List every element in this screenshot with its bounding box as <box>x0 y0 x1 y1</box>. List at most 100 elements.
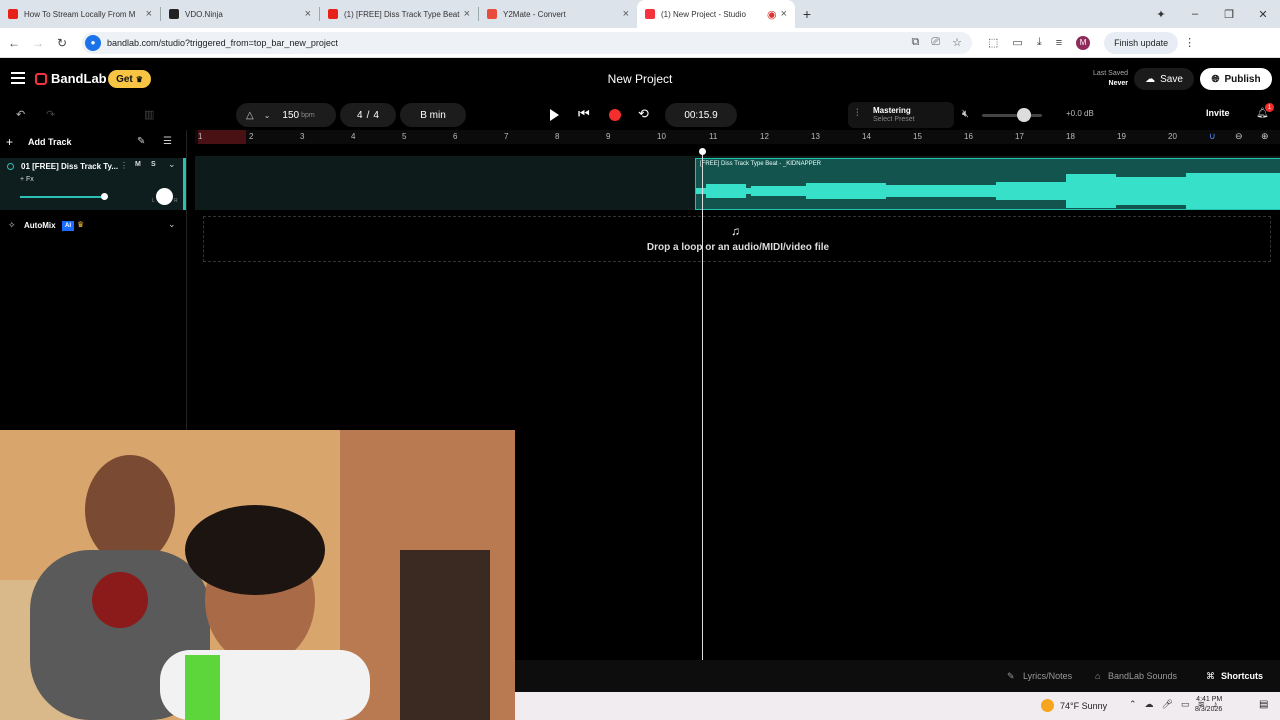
publish-button[interactable]: 🌐︎ Publish <box>1200 68 1272 90</box>
translate-icon[interactable]: ⧉ <box>911 36 919 49</box>
pencil-icon: ✎ <box>1007 671 1015 681</box>
browser-tab[interactable]: (1) [FREE] Diss Track Type Beat × <box>320 0 478 28</box>
playhead-handle[interactable] <box>699 148 706 155</box>
save-button[interactable]: ☁ Save <box>1134 68 1194 90</box>
automix-row[interactable]: ✧ AutoMix AI ♛ ⌄ <box>0 216 186 236</box>
piano-keyboard-icon[interactable]: ▥ <box>144 108 154 121</box>
site-info-icon[interactable]: ● <box>85 34 101 51</box>
timeline-ruler[interactable]: 1 2 3 4 5 6 7 8 9 10 11 12 13 14 15 16 1… <box>195 130 1280 144</box>
time-signature[interactable]: 4 / 4 <box>340 103 396 127</box>
browser-tab[interactable]: Y2Mate - Convert × <box>479 0 637 28</box>
bookmark-star-icon[interactable]: ☆ <box>952 36 962 49</box>
download-icon[interactable]: ⤓ <box>1037 36 1042 49</box>
invite-button[interactable]: Invite <box>1206 108 1230 118</box>
project-title[interactable]: New Project <box>540 72 740 86</box>
master-volume-track[interactable] <box>982 114 1042 117</box>
add-fx-button[interactable]: + Fx <box>20 176 34 183</box>
get-membership-button[interactable]: Get ♛ <box>108 70 151 88</box>
close-tab-icon[interactable]: × <box>146 8 152 20</box>
track-settings-icon[interactable]: ☰ <box>163 136 172 147</box>
track-header-1[interactable]: 01 [FREE] Diss Track Ty... ⋮ M S ⌄ + Fx … <box>0 158 186 210</box>
drop-zone[interactable]: ♫ Drop a loop or an audio/MIDI/video fil… <box>203 216 1271 262</box>
back-icon[interactable]: ← <box>2 36 26 50</box>
tab-title: (1) [FREE] Diss Track Type Beat <box>344 9 460 19</box>
close-tab-icon[interactable]: × <box>305 8 311 20</box>
metronome-icon[interactable]: △ <box>246 110 254 121</box>
close-window-icon[interactable]: ✕ <box>1246 8 1280 21</box>
system-clock[interactable]: 4:41 PM 8/3/2026 <box>1195 695 1222 715</box>
loop-icon[interactable]: ⟲ <box>638 106 649 122</box>
tools-icon[interactable]: ✎ <box>137 136 145 147</box>
gemini-icon[interactable]: ✦ <box>1144 8 1178 21</box>
shortcuts-button[interactable]: Shortcuts <box>1221 671 1263 681</box>
drop-zone-text: Drop a loop or an audio/MIDI/video file <box>646 242 830 253</box>
close-tab-icon[interactable]: × <box>781 8 787 20</box>
browser-menu-icon[interactable]: ⋮ <box>1184 36 1195 49</box>
track-arm-icon[interactable] <box>7 163 14 170</box>
browser-tab[interactable]: How To Stream Locally From M × <box>0 0 160 28</box>
tempo-control[interactable]: △ ⌄ 150 bpm <box>236 103 336 127</box>
snap-magnet-icon[interactable]: ∪ <box>1209 131 1216 142</box>
onedrive-icon[interactable]: ☁ <box>1145 699 1154 710</box>
key-selector[interactable]: B min <box>400 103 466 127</box>
weather-sun-icon <box>1041 699 1054 712</box>
plus-icon[interactable]: + <box>6 135 13 149</box>
chevron-down-icon[interactable]: ⌄ <box>168 219 176 230</box>
extensions-icon[interactable]: ⬚ <box>988 36 998 49</box>
track-more-icon[interactable]: ⋮ <box>120 161 128 170</box>
browser-tab[interactable]: VDO.Ninja × <box>161 0 319 28</box>
pan-knob[interactable] <box>156 188 173 205</box>
bandlab-sounds-button[interactable]: BandLab Sounds <box>1108 671 1177 681</box>
media-control-icon[interactable]: ≡ <box>1056 37 1062 49</box>
hamburger-menu-icon[interactable] <box>11 72 25 84</box>
audio-region[interactable]: [FREE] Diss Track Type Beat - _KIDNAPPER <box>695 158 1280 210</box>
redo-icon[interactable]: ↷ <box>46 108 55 121</box>
loop-region[interactable] <box>198 130 246 144</box>
pan-right-label: R <box>174 198 178 204</box>
track-lane-1[interactable]: [FREE] Diss Track Type Beat - _KIDNAPPER <box>195 156 1280 210</box>
chevron-down-icon[interactable]: ⌄ <box>168 159 176 170</box>
notification-center-icon[interactable]: ▤ <box>1259 699 1268 710</box>
mute-button[interactable]: M <box>135 161 141 168</box>
track-volume-handle[interactable] <box>101 193 108 200</box>
reload-icon[interactable]: ↻ <box>50 36 74 50</box>
track-name[interactable]: 01 [FREE] Diss Track Ty... <box>21 162 118 171</box>
close-tab-icon[interactable]: × <box>464 8 470 20</box>
mastering-selector[interactable]: ⫶ Mastering Select Preset <box>848 102 954 128</box>
record-button[interactable] <box>609 109 621 121</box>
new-tab-button[interactable]: + <box>795 0 819 28</box>
maximize-icon[interactable]: ❐ <box>1212 8 1246 21</box>
speaker-mute-icon[interactable]: 🔇︎ <box>962 108 969 121</box>
tab-search-icon[interactable]: ▭ <box>1012 36 1022 49</box>
chevron-down-icon[interactable]: ⌄ <box>264 111 271 120</box>
close-tab-icon[interactable]: × <box>623 8 629 20</box>
add-track-button[interactable]: Add Track <box>28 137 72 147</box>
solo-button[interactable]: S <box>151 161 156 168</box>
track-volume-fader[interactable] <box>20 196 106 198</box>
finish-update-button[interactable]: Finish update <box>1104 31 1179 54</box>
play-icon[interactable] <box>550 109 559 121</box>
forward-icon[interactable]: → <box>26 36 50 50</box>
bandlab-logo[interactable]: BandLab <box>35 71 107 86</box>
playhead[interactable] <box>702 150 703 660</box>
rewind-icon[interactable]: ⏮︎ <box>578 106 590 122</box>
minimize-icon[interactable]: – <box>1178 8 1212 20</box>
weather-text[interactable]: 74°F Sunny <box>1060 701 1107 711</box>
crown-icon: ♛ <box>135 74 143 84</box>
zoom-in-icon[interactable]: ⊕ <box>1261 131 1269 142</box>
window-controls: ✦ – ❐ ✕ <box>1144 0 1280 28</box>
master-volume-knob[interactable] <box>1017 108 1031 122</box>
zoom-out-icon[interactable]: ⊖ <box>1235 131 1243 142</box>
browser-tab-active[interactable]: (1) New Project - Studio ◉ × <box>637 0 795 28</box>
bandlab-logo-icon <box>35 72 47 85</box>
cast-icon[interactable]: ⎚ <box>931 36 940 49</box>
chevron-up-icon[interactable]: ⌃ <box>1129 699 1137 710</box>
profile-avatar[interactable]: M <box>1076 35 1091 50</box>
bpm-value[interactable]: 150 <box>282 110 299 121</box>
undo-icon[interactable]: ↶ <box>16 108 25 121</box>
battery-icon[interactable]: ▭ <box>1181 699 1190 710</box>
cloud-upload-icon: ☁ <box>1145 73 1156 85</box>
lyrics-notes-button[interactable]: Lyrics/Notes <box>1023 671 1072 681</box>
url-field[interactable]: ● bandlab.com/studio?triggered_from=top_… <box>82 31 972 54</box>
microphone-icon[interactable]: 🎤︎ <box>1162 699 1173 710</box>
